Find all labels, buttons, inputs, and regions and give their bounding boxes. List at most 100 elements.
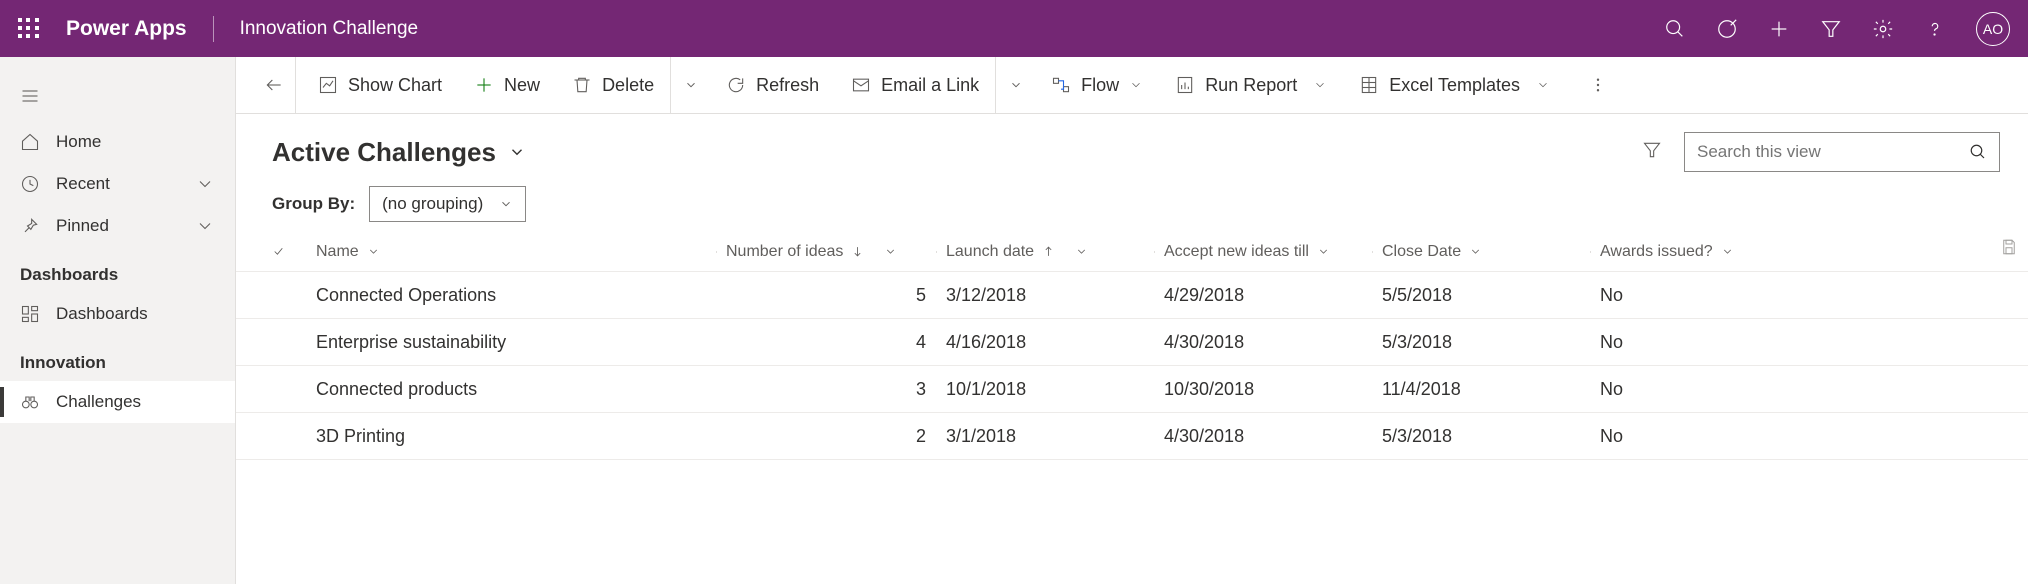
chart-icon: [318, 75, 338, 95]
header-divider: [213, 16, 214, 42]
app-launcher-icon[interactable]: [18, 18, 40, 40]
chevron-down-icon: [1536, 78, 1550, 92]
table-row[interactable]: Connected Operations53/12/20184/29/20185…: [236, 272, 2028, 319]
email-link-button[interactable]: Email a Link: [835, 57, 995, 114]
search-icon: [1969, 143, 1987, 161]
col-header-num[interactable]: Number of ideas: [726, 243, 946, 261]
clock-icon: [20, 174, 40, 194]
excel-templates-label: Excel Templates: [1389, 75, 1520, 96]
refresh-button[interactable]: Refresh: [710, 57, 835, 114]
flow-button[interactable]: Flow: [1035, 57, 1159, 114]
chevron-down-icon: [508, 143, 526, 161]
cell-award: No: [1600, 332, 1800, 353]
help-icon[interactable]: [1924, 18, 1946, 40]
nav-section-innovation: Innovation: [0, 335, 235, 381]
header-right: AO: [1664, 12, 2010, 46]
gear-icon[interactable]: [1872, 18, 1894, 40]
cell-name: Connected Operations: [316, 285, 726, 306]
select-all[interactable]: [272, 245, 316, 258]
plus-icon: [474, 75, 494, 95]
command-overflow[interactable]: [1578, 57, 1618, 114]
chevron-down-icon: [499, 197, 513, 211]
grid-header: Name Number of ideas Launch date Accept …: [236, 232, 2028, 272]
flow-icon: [1051, 75, 1071, 95]
col-header-name[interactable]: Name: [316, 243, 726, 261]
delete-button[interactable]: Delete: [556, 57, 670, 114]
back-button[interactable]: [252, 57, 296, 114]
col-header-award[interactable]: Awards issued?: [1600, 243, 1800, 261]
header-left: Power Apps Innovation Challenge: [18, 16, 418, 42]
cell-accept: 4/30/2018: [1164, 426, 1382, 447]
view-selector[interactable]: Active Challenges: [272, 137, 526, 168]
command-bar: Show Chart New Delete Refresh Email a Li…: [236, 57, 2028, 114]
cell-num: 2: [726, 426, 946, 447]
run-report-label: Run Report: [1205, 75, 1297, 96]
nav-hamburger[interactable]: [0, 71, 235, 121]
cell-num: 3: [726, 379, 946, 400]
nav-home[interactable]: Home: [0, 121, 235, 163]
col-award-label: Awards issued?: [1600, 243, 1713, 261]
cell-launch: 3/1/2018: [946, 426, 1164, 447]
run-report-button[interactable]: Run Report: [1159, 57, 1343, 114]
email-link-split[interactable]: [995, 57, 1035, 114]
nav-pinned[interactable]: Pinned: [0, 205, 235, 247]
search-icon[interactable]: [1664, 18, 1686, 40]
nav-dashboards[interactable]: Dashboards: [0, 293, 235, 335]
cell-num: 4: [726, 332, 946, 353]
view-header: Active Challenges: [236, 114, 2028, 178]
table-row[interactable]: Enterprise sustainability44/16/20184/30/…: [236, 319, 2028, 366]
search-input[interactable]: [1697, 142, 1959, 162]
excel-templates-button[interactable]: Excel Templates: [1343, 57, 1566, 114]
cell-accept: 4/29/2018: [1164, 285, 1382, 306]
email-link-label: Email a Link: [881, 75, 979, 96]
search-box[interactable]: [1684, 132, 2000, 172]
product-name: Power Apps: [66, 17, 187, 41]
add-icon[interactable]: [1768, 18, 1790, 40]
col-header-accept[interactable]: Accept new ideas till: [1164, 243, 1382, 261]
chevron-down-icon: [1313, 78, 1327, 92]
col-accept-label: Accept new ideas till: [1164, 243, 1309, 261]
chevron-down-icon: [195, 216, 215, 236]
cell-launch: 10/1/2018: [946, 379, 1164, 400]
chevron-down-icon: [884, 245, 897, 258]
assistant-icon[interactable]: [1716, 18, 1738, 40]
app-name: Innovation Challenge: [240, 18, 419, 40]
view-title: Active Challenges: [272, 137, 496, 168]
cell-num: 5: [726, 285, 946, 306]
chevron-down-icon: [1075, 245, 1088, 258]
groupby-select[interactable]: (no grouping): [369, 186, 526, 222]
mail-icon: [851, 75, 871, 95]
groupby-label: Group By:: [272, 194, 355, 214]
chevron-down-icon: [1317, 245, 1330, 258]
flow-label: Flow: [1081, 75, 1119, 96]
groupby-row: Group By: (no grouping): [236, 178, 2028, 232]
nav-challenges[interactable]: Challenges: [0, 381, 235, 423]
cell-close: 11/4/2018: [1382, 379, 1600, 400]
cell-name: 3D Printing: [316, 426, 726, 447]
delete-split[interactable]: [670, 57, 710, 114]
nav-recent[interactable]: Recent: [0, 163, 235, 205]
dashboard-icon: [20, 304, 40, 324]
avatar[interactable]: AO: [1976, 12, 2010, 46]
col-header-close[interactable]: Close Date: [1382, 243, 1600, 261]
col-name-label: Name: [316, 243, 359, 261]
cell-launch: 4/16/2018: [946, 332, 1164, 353]
col-header-launch[interactable]: Launch date: [946, 243, 1164, 261]
cell-launch: 3/12/2018: [946, 285, 1164, 306]
sort-desc-icon: [851, 245, 864, 258]
nav-recent-label: Recent: [56, 174, 110, 194]
table-row[interactable]: Connected products310/1/201810/30/201811…: [236, 366, 2028, 413]
show-chart-button[interactable]: Show Chart: [302, 57, 458, 114]
filter-icon[interactable]: [1820, 18, 1842, 40]
table-row[interactable]: 3D Printing23/1/20184/30/20185/3/2018No: [236, 413, 2028, 460]
binoculars-icon: [20, 392, 40, 412]
col-close-label: Close Date: [1382, 243, 1461, 261]
groupby-value: (no grouping): [382, 194, 483, 214]
save-icon[interactable]: [2000, 238, 2020, 258]
nav-home-label: Home: [56, 132, 101, 152]
new-button[interactable]: New: [458, 57, 556, 114]
filter-icon[interactable]: [1642, 140, 1662, 165]
col-launch-label: Launch date: [946, 243, 1034, 261]
chevron-down-icon: [1469, 245, 1482, 258]
cell-accept: 10/30/2018: [1164, 379, 1382, 400]
